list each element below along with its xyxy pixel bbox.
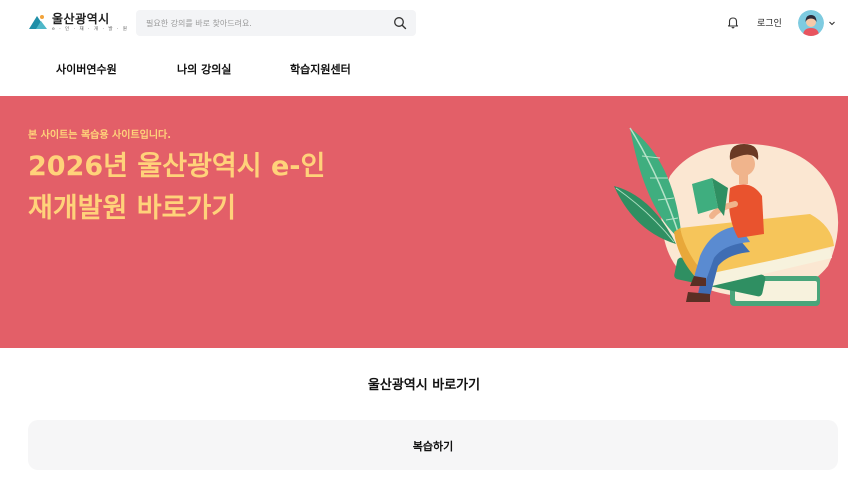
chevron-down-icon[interactable] [828, 19, 836, 27]
logo-subtitle: e · 인 · 재 · 개 · 발 · 원 [52, 27, 129, 32]
ulsan-logo-mark [29, 15, 47, 29]
hero-notice: 본 사이트는 복습용 사이트입니다. [28, 130, 172, 141]
nav-item-cyber-academy[interactable]: 사이버연수원 [56, 61, 117, 77]
review-card-label: 복습하기 [412, 440, 454, 453]
site-logo[interactable]: 울산광역시 e · 인 · 재 · 개 · 발 · 원 [28, 10, 127, 36]
reading-person-illustration [614, 127, 839, 306]
logo-title: 울산광역시 [52, 12, 110, 26]
hero-banner[interactable]: 본 사이트는 복습용 사이트입니다. 2026년 울산광역시 e-인재개발원 바… [0, 96, 848, 348]
bell-icon[interactable] [726, 15, 740, 29]
hero-title: 2026년 울산광역시 e-인재개발원 바로가기 [28, 151, 326, 224]
section-title: 울산광역시 바로가기 [367, 378, 481, 393]
top-header: 울산광역시 e · 인 · 재 · 개 · 발 · 원 로그인 [0, 0, 848, 46]
search-input[interactable] [146, 15, 386, 31]
search-bar [136, 10, 416, 36]
review-card[interactable]: 복습하기 [28, 420, 838, 470]
nav-item-my-classroom[interactable]: 나의 강의실 [177, 61, 231, 77]
login-link[interactable]: 로그인 [757, 16, 782, 29]
search-icon[interactable] [393, 16, 407, 30]
main-nav: 사이버연수원 나의 강의실 학습지원센터 [0, 52, 848, 86]
avatar[interactable] [798, 10, 824, 36]
nav-item-learning-support[interactable]: 학습지원센터 [290, 61, 351, 77]
